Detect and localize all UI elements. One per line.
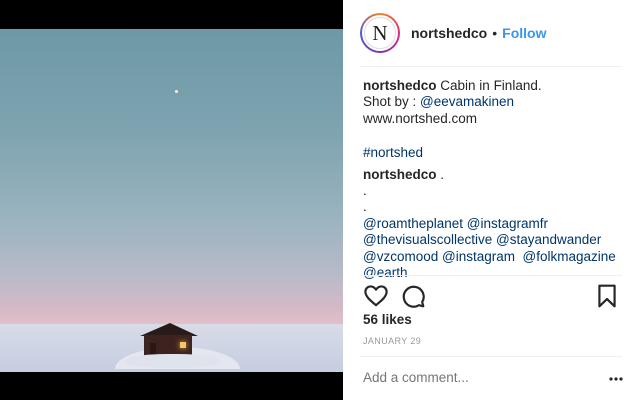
mention-line: @thevisualscollective @stayandwander bbox=[363, 232, 625, 248]
mention-link[interactable]: @stayandwander bbox=[496, 232, 601, 247]
comment-line: nortshedco . bbox=[363, 167, 625, 183]
mention-link[interactable]: @folkmagazine bbox=[523, 249, 616, 264]
username-link[interactable]: nortshedco bbox=[411, 25, 487, 41]
dot-line: . bbox=[363, 183, 367, 199]
caption-line: Shot by : @eevamakinen bbox=[363, 94, 625, 110]
add-comment-input[interactable] bbox=[363, 370, 583, 385]
heart-icon[interactable] bbox=[363, 283, 389, 309]
cabin-window bbox=[180, 342, 186, 348]
avatar-story-ring[interactable]: N bbox=[360, 13, 400, 53]
bookmark-icon[interactable] bbox=[594, 283, 620, 309]
shot-by-label: Shot by : bbox=[363, 94, 421, 110]
header-text: nortshedco • Follow bbox=[411, 25, 546, 41]
separator-dot: • bbox=[492, 25, 498, 41]
actions-divider bbox=[360, 275, 622, 276]
comment-divider bbox=[360, 356, 622, 357]
post-side-panel: N nortshedco • Follow nortshedco Cabin i… bbox=[343, 0, 639, 400]
mention-link[interactable]: @instagramfr bbox=[467, 216, 548, 231]
mention-link[interactable]: @vzcomood bbox=[363, 249, 438, 264]
hashtag-link[interactable]: #nortshed bbox=[363, 145, 625, 161]
post-caption: nortshedco Cabin in Finland. Shot by : @… bbox=[363, 78, 625, 281]
post-photo[interactable] bbox=[0, 29, 343, 372]
comment-bubble-icon[interactable] bbox=[400, 283, 426, 309]
comment-text: . bbox=[440, 166, 445, 182]
photographer-mention[interactable]: @eevamakinen bbox=[420, 94, 514, 109]
mention-link[interactable]: @thevisualscollective bbox=[363, 232, 492, 247]
mention-line: @earth bbox=[363, 265, 625, 281]
mention-link[interactable]: @instagram bbox=[442, 249, 515, 264]
more-options-icon[interactable] bbox=[609, 377, 623, 381]
dot-line: . bbox=[363, 199, 367, 215]
cabin-door bbox=[150, 343, 156, 355]
caption-text: Cabin in Finland. bbox=[440, 78, 542, 93]
likes-count[interactable]: 56 likes bbox=[363, 312, 412, 327]
avatar[interactable]: N bbox=[362, 15, 398, 51]
mention-line: @vzcomood @instagram @folkmagazine bbox=[363, 249, 625, 265]
mention-line: @roamtheplanet @instagramfr bbox=[363, 216, 625, 232]
comment-author-link[interactable]: nortshedco bbox=[363, 167, 437, 182]
post-header: N nortshedco • Follow bbox=[343, 0, 639, 66]
action-bar bbox=[363, 283, 619, 309]
header-divider bbox=[360, 66, 622, 67]
caption-author-link[interactable]: nortshedco bbox=[363, 78, 437, 93]
avatar-logo: N bbox=[364, 17, 396, 49]
website-text: www.nortshed.com bbox=[363, 110, 478, 126]
post-media bbox=[0, 0, 343, 400]
post-date[interactable]: JANUARY 29 bbox=[363, 336, 421, 346]
follow-button[interactable]: Follow bbox=[502, 25, 546, 41]
mention-link[interactable]: @roamtheplanet bbox=[363, 216, 463, 231]
moon bbox=[175, 90, 178, 93]
mention-link[interactable]: @earth bbox=[363, 265, 407, 280]
caption-line: nortshedco Cabin in Finland. bbox=[363, 78, 625, 94]
snow-bank bbox=[125, 354, 220, 368]
